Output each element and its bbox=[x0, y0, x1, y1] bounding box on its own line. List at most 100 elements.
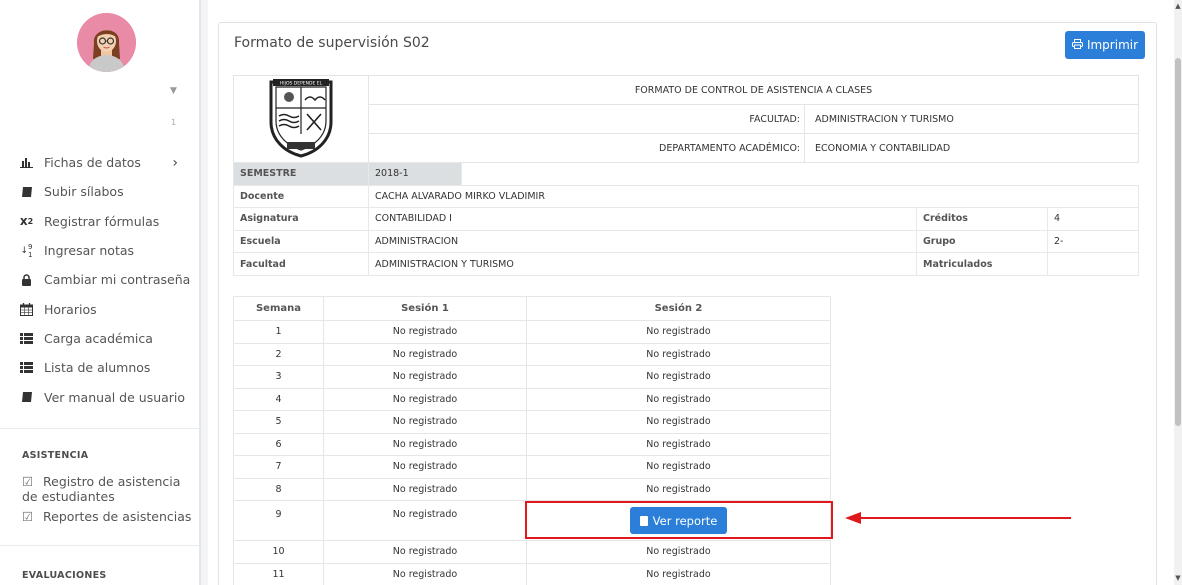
sidebar-nav: Fichas de datos › Subir sílabos x2 Regis… bbox=[0, 148, 200, 412]
checkbox-icon: ☑ bbox=[22, 474, 34, 489]
sidebar: ▼ 1 Fichas de datos › Subir sílabos x2 R… bbox=[0, 0, 200, 585]
subscript-icon: x2 bbox=[19, 214, 34, 229]
sidebar-item-registrar-formulas[interactable]: x2 Registrar fórmulas bbox=[0, 207, 200, 236]
page-scrollbar[interactable]: ▲ ▼ bbox=[1174, 0, 1182, 585]
sesion-1-cell: No registrado bbox=[323, 365, 527, 389]
sidebar-item-ver-manual[interactable]: Ver manual de usuario bbox=[0, 382, 200, 411]
sesion-2-cell: No registrado bbox=[526, 455, 831, 479]
table-row: 7 No registrado No registrado bbox=[233, 455, 831, 479]
sidebar-item-registro-asistencia[interactable]: ☑ Registro de asistencia de estudiantes bbox=[22, 474, 192, 504]
sidebar-item-carga-academica[interactable]: Carga académica bbox=[0, 324, 200, 353]
table-row: 6 No registrado No registrado bbox=[233, 432, 831, 456]
book-icon bbox=[19, 390, 34, 404]
table-row: 4 No registrado No registrado bbox=[233, 387, 831, 411]
checkbox-icon: ☑ bbox=[22, 509, 34, 524]
column-header-semana: Semana bbox=[233, 296, 324, 321]
sesion-1-cell: No registrado bbox=[323, 432, 527, 456]
sesion-2-cell: No registrado bbox=[526, 432, 831, 456]
table-row: 8 No registrado No registrado bbox=[233, 477, 831, 501]
semana-cell: 6 bbox=[233, 432, 324, 456]
lock-icon bbox=[19, 273, 34, 287]
list-icon bbox=[19, 331, 34, 345]
table-row: 2 No registrado No registrado bbox=[233, 342, 831, 366]
departamento-header-label: DEPARTAMENTO ACADÉMICO: bbox=[368, 133, 805, 163]
print-button-label: Imprimir bbox=[1086, 38, 1139, 52]
sidebar-item-horarios[interactable]: Horarios bbox=[0, 294, 200, 323]
semana-cell: 11 bbox=[233, 562, 324, 585]
docente-label: Docente bbox=[233, 184, 369, 209]
semana-cell: 9 bbox=[233, 500, 324, 541]
sesion-2-cell: No registrado bbox=[526, 410, 831, 434]
matriculados-value bbox=[1047, 252, 1139, 276]
sesion-2-cell: No registrado bbox=[526, 562, 831, 585]
scroll-up-icon[interactable]: ▲ bbox=[1174, 2, 1182, 10]
grupo-value: 2- bbox=[1047, 229, 1139, 254]
sesion-1-cell: No registrado bbox=[323, 320, 527, 344]
sidebar-item-reportes-asistencias[interactable]: ☑ Reportes de asistencias bbox=[22, 509, 192, 524]
grupo-label: Grupo bbox=[916, 229, 1048, 254]
facultad-value: ADMINISTRACION Y TURISMO bbox=[368, 252, 917, 276]
sidebar-item-label: Lista de alumnos bbox=[44, 360, 151, 376]
sesion-1-cell: No registrado bbox=[323, 477, 527, 501]
bar-chart-icon bbox=[19, 156, 34, 170]
sidebar-item-ingresar-notas[interactable]: ↓ 9 1 Ingresar notas bbox=[0, 236, 200, 265]
print-icon bbox=[1071, 38, 1083, 52]
docente-value: CACHA ALVARADO MIRKO VLADIMIR bbox=[368, 184, 1139, 209]
sesion-2-cell: No registrado bbox=[526, 365, 831, 389]
semana-cell: 1 bbox=[233, 320, 324, 344]
list-icon bbox=[19, 361, 34, 375]
university-shield-icon: HIJOS DEPENDE EL bbox=[269, 78, 333, 158]
user-subtext: 1 bbox=[171, 118, 177, 127]
semana-cell: 3 bbox=[233, 365, 324, 389]
scrollbar-thumb[interactable] bbox=[1175, 58, 1181, 426]
escuela-value: ADMINISTRACION bbox=[368, 229, 917, 254]
sidebar-item-fichas-de-datos[interactable]: Fichas de datos › bbox=[0, 148, 200, 177]
facultad-label: Facultad bbox=[233, 252, 369, 276]
sidebar-item-label: Registrar fórmulas bbox=[44, 213, 160, 229]
sidebar-item-label: Ver manual de usuario bbox=[44, 389, 186, 405]
section-heading-evaluaciones: EVALUACIONES bbox=[22, 570, 107, 581]
user-menu-caret-icon[interactable]: ▼ bbox=[170, 86, 177, 96]
sidebar-scrollbar[interactable] bbox=[200, 0, 208, 585]
panel-title: Formato de supervisión S02 bbox=[234, 35, 430, 51]
sesion-1-cell: No registrado bbox=[323, 500, 527, 541]
column-header-sesion-1: Sesión 1 bbox=[323, 296, 527, 321]
semana-cell: 7 bbox=[233, 455, 324, 479]
sidebar-item-subir-silabos[interactable]: Subir sílabos bbox=[0, 177, 200, 206]
user-avatar[interactable] bbox=[77, 13, 136, 72]
sidebar-item-label: Ingresar notas bbox=[44, 243, 135, 259]
logo-motto: HIJOS DEPENDE EL bbox=[280, 80, 323, 86]
facultad-header-value: ADMINISTRACION Y TURISMO bbox=[804, 104, 1139, 134]
escuela-label: Escuela bbox=[233, 229, 369, 254]
semana-cell: 2 bbox=[233, 342, 324, 366]
book-icon bbox=[19, 185, 34, 199]
sidebar-item-lista-de-alumnos[interactable]: Lista de alumnos bbox=[0, 353, 200, 382]
creditos-value: 4 bbox=[1047, 207, 1139, 231]
sidebar-item-label: Reportes de asistencias bbox=[43, 509, 192, 524]
scroll-down-icon[interactable]: ▼ bbox=[1174, 574, 1182, 582]
sesion-2-cell: No registrado bbox=[526, 477, 831, 501]
column-header-sesion-2: Sesión 2 bbox=[526, 296, 831, 321]
creditos-label: Créditos bbox=[916, 207, 1048, 231]
facultad-header-label: FACULTAD: bbox=[368, 104, 805, 134]
sesion-1-cell: No registrado bbox=[323, 562, 527, 585]
sesion-1-cell: No registrado bbox=[323, 455, 527, 479]
semana-cell: 5 bbox=[233, 410, 324, 434]
sesion-1-cell: No registrado bbox=[323, 387, 527, 411]
calendar-icon bbox=[19, 302, 34, 316]
table-row: 5 No registrado No registrado bbox=[233, 410, 831, 434]
print-button[interactable]: Imprimir bbox=[1065, 31, 1145, 59]
sidebar-item-label: Horarios bbox=[44, 301, 97, 317]
course-info-table: SEMESTRE 2018-1 Docente CACHA ALVARADO M… bbox=[233, 162, 1139, 276]
sesion-1-cell: No registrado bbox=[323, 540, 527, 564]
semestre-value: 2018-1 bbox=[368, 162, 462, 186]
sessions-table: Semana Sesión 1 Sesión 2 1 No registrado N… bbox=[233, 296, 831, 585]
sidebar-item-label: Cambiar mi contraseña bbox=[44, 272, 191, 288]
sidebar-item-cambiar-contrasena[interactable]: Cambiar mi contraseña bbox=[0, 265, 200, 294]
departamento-header-value: ECONOMIA Y CONTABILIDAD bbox=[804, 133, 1139, 163]
table-row: 10 No registrado No registrado bbox=[233, 540, 831, 564]
table-row: 1 No registrado No registrado bbox=[233, 320, 831, 344]
sesion-1-cell: No registrado bbox=[323, 342, 527, 366]
sesion-2-cell: No registrado bbox=[526, 387, 831, 411]
table-row: 3 No registrado No registrado bbox=[233, 365, 831, 389]
